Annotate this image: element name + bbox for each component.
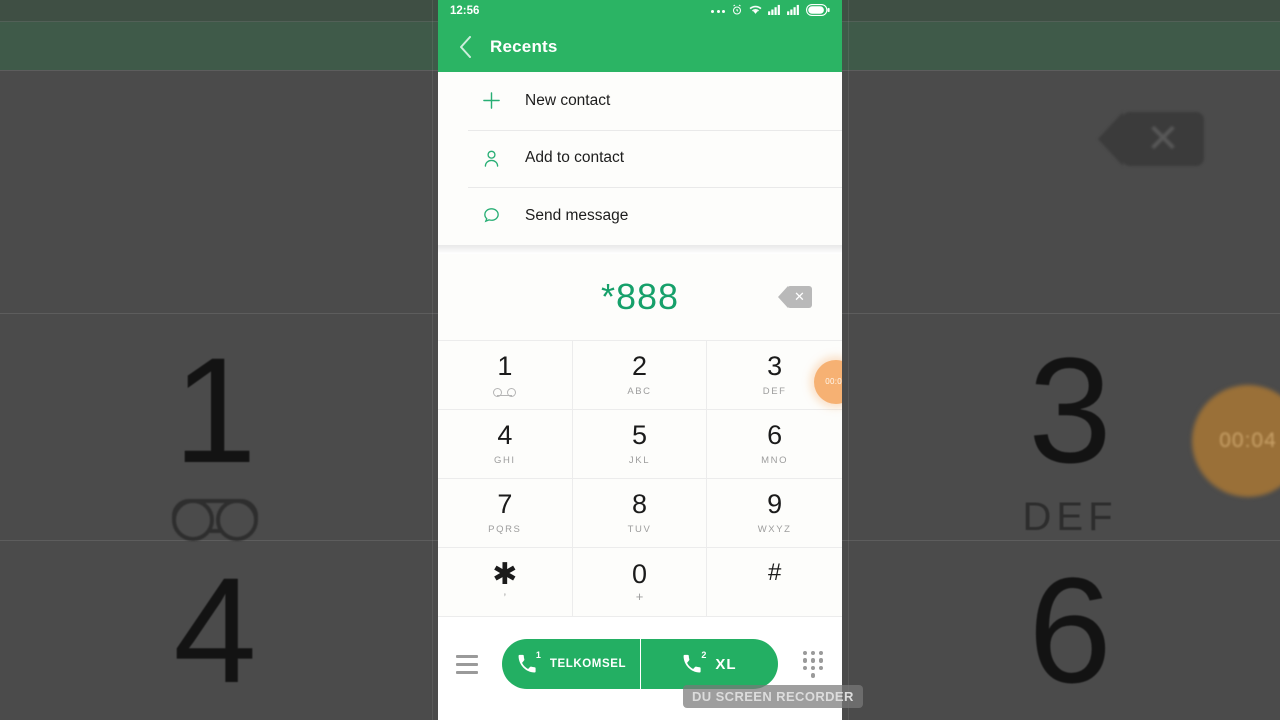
person-icon	[479, 146, 503, 170]
wifi-icon	[749, 4, 762, 18]
screen-root: ✕ 1 3 DEF 4 GHI 6 MNO 00:04 12:56	[0, 0, 1280, 720]
dialpad-key-letters: ’	[503, 591, 507, 604]
call-button-label: XL	[715, 655, 737, 673]
more-dots-icon	[711, 9, 725, 13]
background-key-letters: MNO	[975, 715, 1165, 720]
menu-item-new-contact[interactable]: New contact	[438, 72, 842, 130]
signal-sim1-icon	[768, 4, 781, 18]
back-chevron-icon[interactable]	[452, 34, 478, 60]
dialpad-key-digit: 1	[497, 350, 513, 381]
background-key-letters: DEF	[1022, 495, 1118, 539]
call-button-sim1[interactable]: 1 TELKOMSEL	[502, 639, 640, 689]
background-key-digit: 1	[173, 326, 257, 494]
background-key-letters: GHI	[120, 715, 310, 720]
status-bar-clock: 12:56	[450, 5, 480, 17]
dialpad-key-letters: WXYZ	[757, 523, 792, 535]
context-menu-sheet: New contact Add to contact Send message	[438, 72, 842, 245]
call-button-group: 1 TELKOMSEL 2 XL	[502, 639, 778, 689]
background-divider	[432, 0, 433, 720]
sim-index-badge: 1	[535, 650, 541, 660]
dialpad-key-1[interactable]: 1	[438, 340, 573, 410]
dialpad-key-6[interactable]: 6 MNO	[707, 410, 842, 479]
menu-item-label: Add to contact	[525, 149, 625, 167]
status-bar-icons	[711, 3, 830, 19]
dialpad-key-digit: 4	[497, 419, 513, 450]
background-key-digit: 4	[173, 546, 257, 714]
dialpad-key-letters: MNO	[761, 454, 789, 466]
dialpad-key-digit: 2	[631, 350, 647, 381]
page-title: Recents	[490, 37, 558, 56]
dialpad-key-digit: 9	[767, 488, 783, 519]
dialpad-key-letters: +	[635, 589, 644, 604]
voicemail-icon	[172, 499, 258, 541]
app-bar: Recents	[438, 22, 842, 72]
signal-sim2-icon	[787, 4, 800, 18]
dialpad-key-letters: GHI	[493, 454, 516, 466]
phone-call-icon: 1	[516, 650, 541, 675]
dialpad-key-letters: TUV	[627, 523, 652, 535]
sheet-shadow-divider	[438, 244, 842, 254]
menu-item-add-to-contact[interactable]: Add to contact	[438, 129, 842, 188]
dialpad-key-7[interactable]: 7 PQRS	[438, 478, 573, 548]
keypad-dots-icon[interactable]	[784, 650, 842, 678]
dialpad-key-digit: 6	[767, 419, 783, 450]
background-key-6: 6 MNO	[975, 555, 1165, 720]
dialpad-key-8[interactable]: 8 TUV	[572, 478, 708, 548]
background-recording-timer: 00:04	[1219, 429, 1277, 452]
dialpad-key-5[interactable]: 5 JKL	[572, 409, 708, 479]
dialpad-key-digit: ✱	[492, 557, 518, 591]
background-key-digit: 3	[1028, 326, 1112, 494]
dialpad-key-letters: PQRS	[488, 523, 522, 535]
background-key-digit: 6	[1028, 546, 1112, 714]
dialpad-key-digit: #	[767, 559, 782, 586]
dialpad-key-3[interactable]: 3 DEF 00:04	[707, 341, 842, 410]
call-button-label: TELKOMSEL	[549, 658, 627, 670]
call-button-sim2[interactable]: 2 XL	[640, 639, 778, 689]
menu-item-send-message[interactable]: Send message	[438, 187, 842, 245]
plus-icon	[479, 89, 503, 113]
phone-viewport: 12:56 Recents New contact Add to contact…	[438, 0, 842, 720]
dialpad-key-digit: 5	[631, 419, 647, 450]
background-divider	[848, 0, 849, 720]
dialpad-key-digit: 7	[497, 488, 513, 519]
phone-call-icon: 2	[681, 650, 707, 675]
screen-recorder-watermark: DU SCREEN RECORDER	[683, 685, 863, 708]
dialpad-key-letters: ABC	[627, 385, 652, 397]
backspace-button[interactable]: ✕	[778, 285, 812, 308]
status-bar: 12:56	[438, 0, 842, 22]
dialpad-key-letters: JKL	[628, 454, 651, 466]
dialpad-key-hash[interactable]: #	[707, 548, 842, 617]
background-key-3: 3 DEF	[975, 335, 1165, 540]
background-backspace-icon: ✕	[1098, 112, 1204, 166]
menu-item-label: New contact	[525, 91, 611, 109]
sim-index-badge: 2	[701, 650, 707, 660]
dialpad-key-0[interactable]: 0 +	[572, 547, 708, 617]
dialpad-key-9[interactable]: 9 WXYZ	[707, 479, 842, 548]
background-backspace-x-glyph: ✕	[1146, 117, 1180, 161]
dialed-number-display[interactable]: *888	[601, 276, 679, 318]
dialpad-key-digit: 8	[631, 488, 647, 519]
menu-item-label: Send message	[525, 206, 629, 224]
dialpad-key-4[interactable]: 4 GHI	[438, 409, 573, 479]
alarm-icon	[731, 4, 743, 19]
background-key-4: 4 GHI	[120, 555, 310, 720]
screen-recorder-timer-bubble[interactable]: 00:04	[814, 359, 842, 404]
backspace-x-glyph: ✕	[794, 288, 805, 304]
hamburger-icon[interactable]	[438, 654, 496, 674]
background-key-1: 1	[120, 326, 310, 541]
dialpad-key-digit: 3	[767, 350, 783, 381]
dialpad-key-letters: DEF	[762, 385, 787, 397]
message-bubble-icon	[479, 204, 503, 228]
battery-icon	[806, 3, 830, 19]
dialpad-key-digit: 0	[631, 559, 647, 589]
dialpad: 1 2 ABC 3 DEF 00:04 4 GHI 5 JKL	[438, 339, 842, 617]
dialed-number-bar: *888 ✕	[438, 253, 842, 340]
dialpad-key-star[interactable]: ✱ ’	[438, 547, 573, 617]
voicemail-icon	[493, 387, 517, 397]
dialpad-key-2[interactable]: 2 ABC	[572, 340, 708, 410]
